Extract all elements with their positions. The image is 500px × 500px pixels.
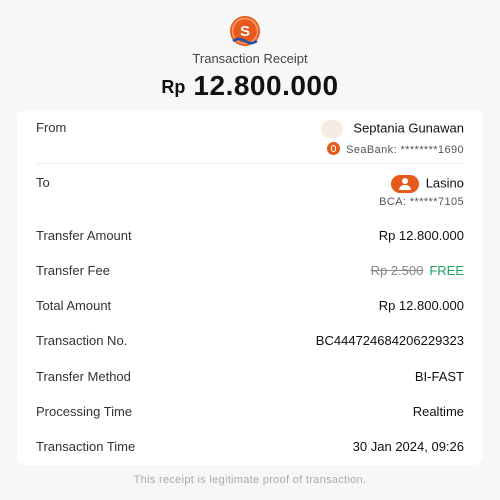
transaction-time-label: Transaction Time [36,439,136,454]
total-amount-value: Rp 12.800.000 [378,298,464,313]
transfer-method-label: Transfer Method [36,369,131,384]
svg-text:S: S [240,23,250,40]
to-row: To Lasino BCA: ******7105 [36,175,464,217]
page-title: Transaction Receipt [192,51,308,66]
divider [36,163,464,164]
to-name-line: Lasino [390,175,464,193]
receipt-footer-note: This receipt is legitimate proof of tran… [133,474,367,486]
transfer-fee-label: Transfer Fee [36,263,110,278]
transfer-amount-label: Transfer Amount [36,228,132,243]
from-bank-line: SeaBank: ********1690 [327,142,464,156]
transfer-method-value: BI-FAST [414,369,464,384]
user-icon [390,175,419,193]
from-name-line: Septania Gunawan [321,120,464,138]
free-badge: FREE [429,263,464,278]
original-fee: Rp 2.500 [370,263,424,278]
processing-time-label: Processing Time [36,404,133,419]
sender-name: Septania Gunawan [353,120,464,136]
sender-account: SeaBank: ********1690 [346,144,464,156]
transfer-fee-value-group: Rp 2.500 FREE [371,263,464,278]
receipt-card: From Septania Gunawan SeaBank: ********1… [17,110,483,465]
transaction-no-value: BC444724684206229323 [315,333,464,348]
recipient-name: Lasino [425,175,464,191]
to-label: To [36,175,50,190]
processing-time-value: Realtime [412,404,464,419]
seabank-icon [327,142,341,155]
transaction-no-label: Transaction No. [36,333,128,348]
from-row: From Septania Gunawan SeaBank: ********1… [36,120,464,162]
transaction-amount: Rp 12.800.000 [0,70,500,102]
total-amount-label: Total Amount [36,298,112,313]
transaction-time-value: 30 Jan 2024, 09:26 [352,439,464,454]
receipt-header: S Transaction Receipt Rp 12.800.000 [0,0,500,110]
seabank-logo-icon: S [228,14,262,48]
from-label: From [36,120,67,135]
amount-value: 12.800.000 [193,70,339,101]
avatar-icon [321,120,344,138]
currency-label: Rp [161,77,186,97]
transfer-amount-value: Rp 12.800.000 [378,228,464,243]
recipient-account: BCA: ******7105 [379,196,464,208]
